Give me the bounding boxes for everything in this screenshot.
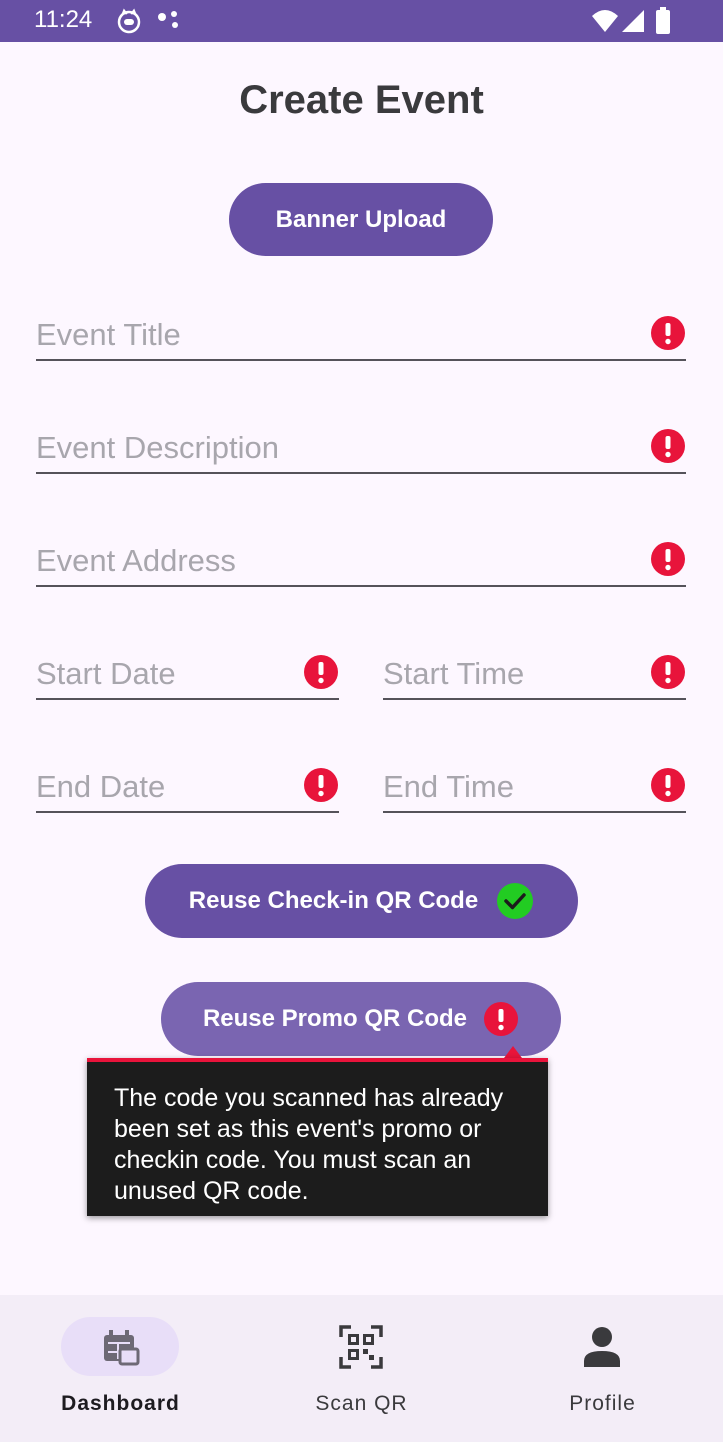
nav-item-profile[interactable]: Profile	[482, 1295, 723, 1442]
event-title-placeholder: Event Title	[36, 317, 181, 352]
error-icon	[651, 768, 685, 802]
error-icon	[651, 429, 685, 463]
status-bar: 11:24	[0, 0, 723, 42]
start-time-field[interactable]: Start Time	[383, 644, 686, 700]
error-icon	[651, 655, 685, 689]
error-icon	[304, 768, 338, 802]
dashboard-icon	[104, 1330, 140, 1366]
wifi-icon	[592, 10, 618, 32]
page-title: Create Event	[239, 78, 484, 122]
event-address-field[interactable]: Event Address	[36, 531, 686, 587]
error-icon	[484, 1002, 519, 1036]
end-time-field[interactable]: End Time	[383, 757, 686, 813]
end-date-placeholder: End Date	[36, 769, 166, 804]
qr-scan-icon	[339, 1325, 383, 1369]
end-time-placeholder: End Time	[383, 769, 514, 804]
status-time: 11:24	[34, 6, 93, 33]
nav-label-profile: Profile	[569, 1392, 636, 1415]
event-title-field[interactable]: Event Title	[36, 305, 686, 361]
start-date-field[interactable]: Start Date	[36, 644, 339, 700]
error-tooltip: The code you scanned has already been se…	[87, 1058, 548, 1216]
error-icon	[304, 655, 338, 689]
dots-icon	[158, 11, 178, 28]
nav-label-scan-qr: Scan QR	[315, 1392, 408, 1415]
start-time-placeholder: Start Time	[383, 656, 525, 691]
reuse-promo-label: Reuse Promo QR Code	[202, 1005, 468, 1032]
nav-label-dashboard: Dashboard	[61, 1392, 180, 1415]
person-icon	[584, 1327, 620, 1367]
banner-upload-button[interactable]: Banner Upload	[229, 183, 493, 256]
bottom-navigation: Dashboard Scan QR Profile	[0, 1295, 723, 1442]
nav-item-scan-qr[interactable]: Scan QR	[241, 1295, 482, 1442]
reuse-promo-qr-button[interactable]: Reuse Promo QR Code	[161, 982, 561, 1056]
check-circle-icon	[497, 883, 534, 919]
reuse-checkin-label: Reuse Check-in QR Code	[188, 887, 479, 914]
tooltip-pointer	[504, 1046, 522, 1058]
signal-icon	[622, 10, 644, 32]
cat-face-icon	[117, 8, 141, 34]
event-description-placeholder: Event Description	[36, 430, 279, 465]
battery-icon	[656, 7, 670, 34]
start-date-placeholder: Start Date	[36, 656, 176, 691]
end-date-field[interactable]: End Date	[36, 757, 339, 813]
reuse-checkin-qr-button[interactable]: Reuse Check-in QR Code	[145, 864, 578, 938]
error-icon	[651, 542, 685, 576]
event-description-field[interactable]: Event Description	[36, 418, 686, 474]
error-icon	[651, 316, 685, 350]
event-address-placeholder: Event Address	[36, 543, 236, 578]
tooltip-message: The code you scanned has already been se…	[114, 1084, 504, 1205]
banner-upload-label: Banner Upload	[275, 205, 447, 233]
nav-item-dashboard[interactable]: Dashboard	[0, 1295, 241, 1442]
